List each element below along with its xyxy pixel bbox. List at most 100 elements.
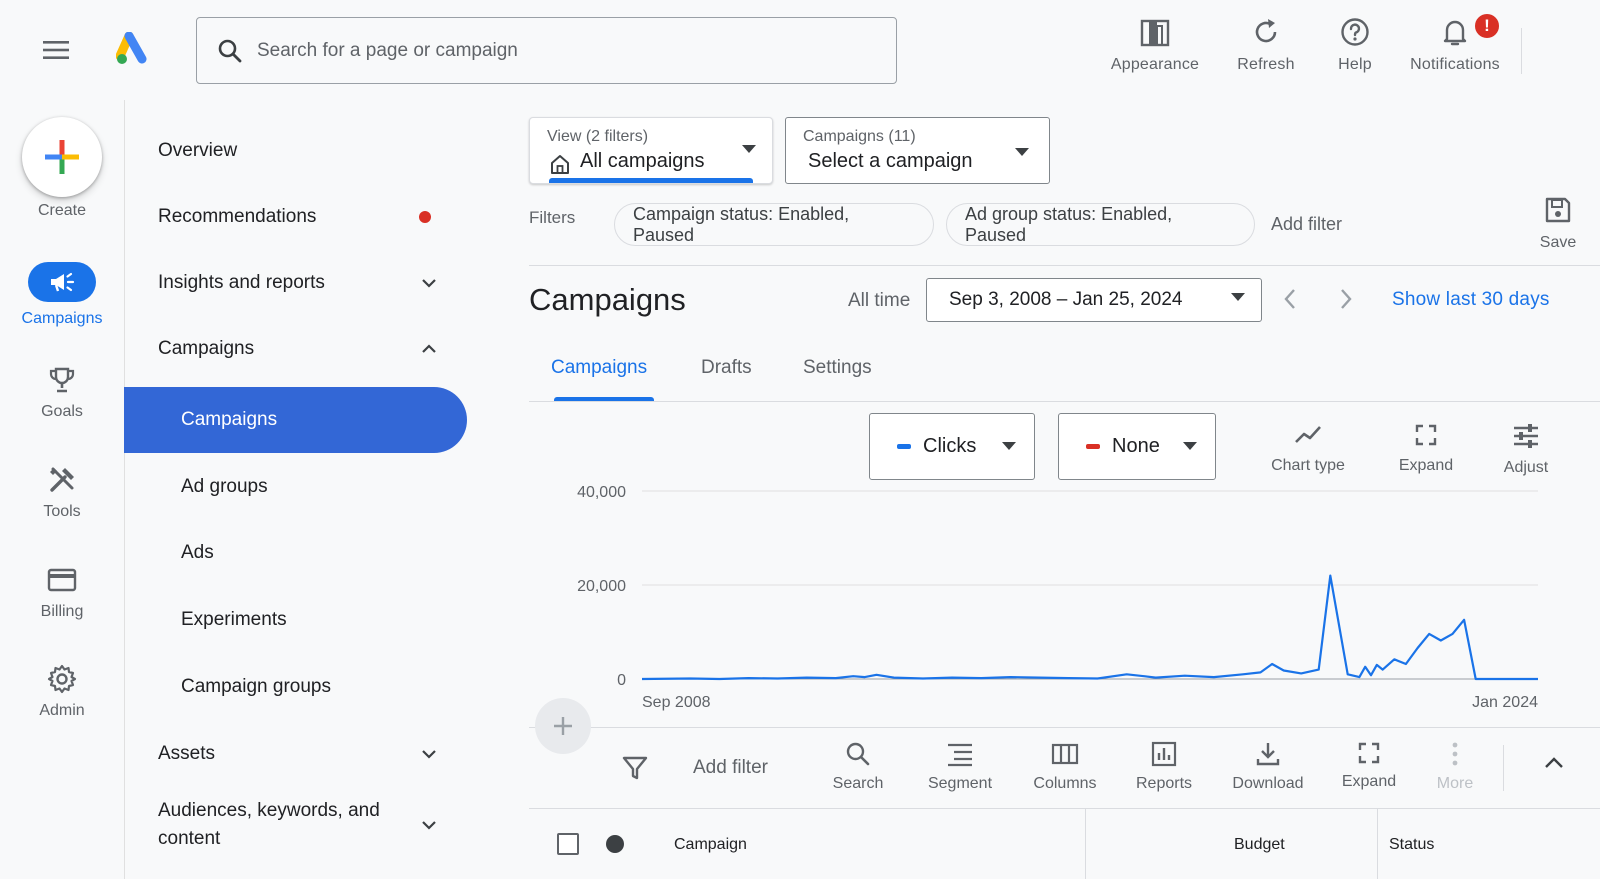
page-title: Campaigns: [529, 282, 686, 317]
rail-item-tools[interactable]: Tools: [0, 465, 124, 521]
download-button[interactable]: Download: [1226, 741, 1310, 793]
rail-item-admin[interactable]: Admin: [0, 664, 124, 720]
select-all-checkbox[interactable]: [557, 833, 579, 855]
divider: [529, 727, 1600, 728]
divider: [529, 808, 1600, 809]
metric-2-selector[interactable]: None: [1058, 413, 1216, 480]
search-bar[interactable]: [196, 17, 897, 84]
save-label: Save: [1539, 234, 1577, 251]
notification-badge: !: [1473, 12, 1501, 40]
reports-icon: [1151, 741, 1177, 767]
column-header-budget[interactable]: Budget: [1234, 836, 1285, 854]
table-search-button[interactable]: Search: [828, 741, 888, 793]
nav-item-insights[interactable]: Insights and reports: [124, 250, 467, 316]
clicks-line-chart: 40,000 20,000 0 Sep 2008 Jan 2024: [577, 484, 1538, 711]
date-range-selector[interactable]: Sep 3, 2008 – Jan 25, 2024: [926, 278, 1262, 322]
status-column-dot: [606, 835, 624, 853]
megaphone-icon: [51, 272, 75, 292]
prev-period-icon[interactable]: [1283, 288, 1297, 310]
notifications-icon-wrap: !: [1439, 12, 1501, 48]
header-divider: [1521, 28, 1522, 74]
dropdown-arrow-icon: [1002, 442, 1016, 450]
trophy-icon: [49, 367, 75, 393]
nav-item-ad-groups[interactable]: Ad groups: [124, 454, 467, 520]
table-add-filter[interactable]: Add filter: [693, 757, 768, 779]
nav-label-ads: Ads: [181, 542, 214, 563]
expand-icon: [1358, 742, 1380, 764]
nav-item-ads[interactable]: Ads: [124, 520, 467, 586]
rail-item-billing[interactable]: Billing: [0, 565, 124, 621]
gear-icon: [47, 664, 77, 694]
tab-campaigns[interactable]: Campaigns: [551, 357, 647, 379]
save-button[interactable]: Save: [1530, 196, 1586, 252]
google-ads-logo[interactable]: [116, 32, 152, 66]
tab-drafts[interactable]: Drafts: [701, 357, 752, 379]
table-search-label: Search: [832, 775, 884, 792]
view-card-underline: [549, 178, 753, 183]
chevron-up-icon: [422, 344, 436, 353]
table-expand-label: Expand: [1341, 773, 1397, 790]
main-menu-button[interactable]: [42, 38, 70, 62]
filter-funnel-icon[interactable]: [622, 755, 648, 781]
column-header-campaign[interactable]: Campaign: [674, 836, 747, 854]
help-button[interactable]: Help: [1325, 10, 1385, 78]
metric-1-selector[interactable]: Clicks: [869, 413, 1035, 480]
more-button[interactable]: More: [1425, 741, 1485, 793]
rail-item-goals[interactable]: Goals: [0, 365, 124, 421]
date-range-value: Sep 3, 2008 – Jan 25, 2024: [949, 289, 1183, 310]
dropdown-arrow-icon: [1015, 148, 1029, 156]
chart-expand-button[interactable]: Expand: [1391, 423, 1461, 475]
nav-label-insights: Insights and reports: [158, 272, 325, 293]
nav-label-audiences: Audiences, keywords, and content: [158, 800, 380, 849]
nav-item-recommendations[interactable]: Recommendations: [124, 184, 467, 250]
nav-item-campaigns-group[interactable]: Campaigns: [124, 316, 467, 382]
dropdown-arrow-icon: [742, 145, 756, 153]
campaign-selector[interactable]: Campaigns (11) Select a campaign: [785, 117, 1050, 184]
nav-item-campaigns[interactable]: Campaigns: [124, 387, 467, 453]
plus-color-icon: [45, 140, 79, 174]
filter-chip-ad-group-status[interactable]: Ad group status: Enabled, Paused: [946, 203, 1255, 246]
column-header-status[interactable]: Status: [1389, 836, 1434, 854]
chart-type-label: Chart type: [1271, 457, 1345, 474]
collapse-chevron-icon[interactable]: [1544, 757, 1564, 769]
add-filter-link[interactable]: Add filter: [1271, 214, 1342, 235]
chart-adjust-label: Adjust: [1503, 459, 1549, 476]
refresh-button[interactable]: Refresh: [1226, 10, 1306, 78]
nav-item-campaign-groups[interactable]: Campaign groups: [124, 654, 467, 720]
columns-button[interactable]: Columns: [1023, 741, 1107, 793]
divider: [529, 401, 1600, 402]
next-period-icon[interactable]: [1339, 288, 1353, 310]
nav-label-campaigns: Campaigns: [181, 409, 278, 430]
notifications-button[interactable]: ! Notifications: [1400, 10, 1510, 78]
download-label: Download: [1232, 775, 1304, 792]
reports-button[interactable]: Reports: [1129, 741, 1199, 793]
view-card-label: View (2 filters): [547, 128, 649, 145]
create-button[interactable]: [22, 117, 102, 197]
column-divider: [1085, 808, 1086, 879]
nav-item-overview[interactable]: Overview: [124, 118, 467, 184]
nav-label-experiments: Experiments: [181, 609, 287, 630]
chart-type-button[interactable]: Chart type: [1258, 423, 1358, 475]
chart-adjust-button[interactable]: Adjust: [1491, 423, 1561, 477]
reports-label: Reports: [1135, 775, 1193, 792]
tab-settings[interactable]: Settings: [803, 357, 872, 379]
help-label: Help: [1338, 56, 1372, 73]
nav-item-assets[interactable]: Assets: [124, 721, 467, 787]
table-expand-button[interactable]: Expand: [1334, 741, 1404, 791]
campaign-card-value: Select a campaign: [808, 150, 973, 172]
appearance-button[interactable]: Appearance: [1105, 10, 1205, 78]
filters-label: Filters: [529, 208, 576, 227]
rail-item-campaigns[interactable]: Campaigns: [0, 262, 124, 328]
add-metric-button[interactable]: [535, 698, 591, 754]
filter-chip-campaign-status[interactable]: Campaign status: Enabled, Paused: [614, 203, 934, 246]
search-input[interactable]: [257, 39, 857, 62]
nav-item-experiments[interactable]: Experiments: [124, 587, 467, 653]
view-filter-selector[interactable]: View (2 filters) All campaigns: [529, 117, 773, 184]
expand-icon: [1415, 424, 1437, 446]
segment-button[interactable]: Segment: [920, 741, 1000, 793]
show-last-30-days-link[interactable]: Show last 30 days: [1392, 289, 1550, 311]
save-icon: [1545, 197, 1571, 223]
chevron-down-icon: [422, 821, 436, 830]
nav-item-audiences[interactable]: Audiences, keywords, and content: [124, 792, 467, 858]
nav-label-campaigns-group: Campaigns: [158, 338, 255, 359]
